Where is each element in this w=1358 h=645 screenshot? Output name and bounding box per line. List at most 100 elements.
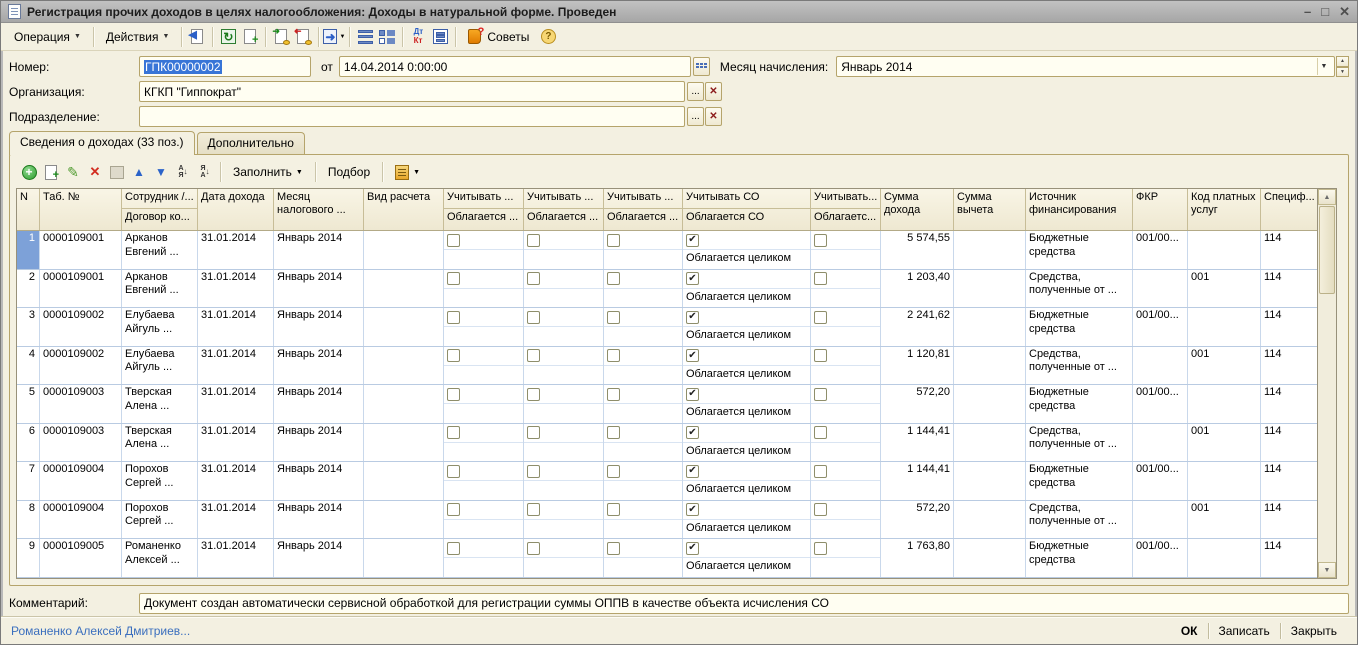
- checkbox-icon[interactable]: ✔: [686, 542, 699, 555]
- uchityvat-so-cell[interactable]: ✔Облагается целиком: [683, 347, 811, 385]
- add-row-button[interactable]: +: [18, 161, 40, 183]
- tab-number-cell[interactable]: 0000109003: [40, 385, 122, 423]
- department-clear-button[interactable]: ✕: [705, 107, 722, 126]
- uchityvat-2-cell[interactable]: [524, 385, 604, 423]
- checkbox-icon[interactable]: [814, 503, 827, 516]
- tips-button[interactable]: Советы: [460, 26, 537, 48]
- checkbox-icon[interactable]: [527, 311, 540, 324]
- income-date-cell[interactable]: 31.01.2014: [198, 385, 274, 423]
- structure-button[interactable]: [354, 26, 376, 48]
- uchityvat-1-cell[interactable]: [444, 424, 524, 462]
- uchityvat-2-cell[interactable]: [524, 347, 604, 385]
- move-up-button[interactable]: ▲: [128, 161, 150, 183]
- checkbox-icon[interactable]: [447, 311, 460, 324]
- uchityvat-1-cell[interactable]: [444, 539, 524, 577]
- sort-asc-button[interactable]: АЯ↓: [172, 161, 194, 183]
- calc-type-cell[interactable]: [364, 270, 444, 308]
- income-sum-cell[interactable]: 1 203,40: [881, 270, 954, 308]
- checkbox-icon[interactable]: [814, 234, 827, 247]
- funding-source-cell[interactable]: Бюджетные средства: [1026, 308, 1133, 346]
- employee-cell[interactable]: Тверская Алена ...: [122, 385, 198, 423]
- deduction-sum-cell[interactable]: [954, 308, 1026, 346]
- actions-menu-button[interactable]: Действия ▼: [98, 26, 178, 48]
- fkr-cell[interactable]: 001/00...: [1133, 385, 1188, 423]
- list-settings-button[interactable]: [376, 26, 398, 48]
- checkbox-icon[interactable]: [607, 349, 620, 362]
- author-link[interactable]: Романенко Алексей Дмитриев...: [11, 624, 190, 638]
- spec-cell[interactable]: 114: [1261, 347, 1317, 385]
- uchityvat-5-cell[interactable]: [811, 501, 881, 539]
- checkbox-icon[interactable]: ✔: [686, 465, 699, 478]
- paid-code-cell[interactable]: 001: [1188, 270, 1261, 308]
- minimize-icon[interactable]: –: [1304, 5, 1311, 18]
- fkr-cell[interactable]: [1133, 270, 1188, 308]
- deduction-sum-cell[interactable]: [954, 270, 1026, 308]
- uchityvat-so-cell[interactable]: ✔Облагается целиком: [683, 462, 811, 500]
- organization-input[interactable]: КГКП "Гиппократ": [139, 81, 685, 102]
- funding-source-cell[interactable]: Бюджетные средства: [1026, 385, 1133, 423]
- income-date-cell[interactable]: 31.01.2014: [198, 347, 274, 385]
- row-number-cell[interactable]: 9: [17, 539, 40, 577]
- scrollbar-track[interactable]: [1318, 295, 1336, 562]
- calc-type-cell[interactable]: [364, 424, 444, 462]
- reread-button[interactable]: ◀: [186, 26, 208, 48]
- fkr-cell[interactable]: 001/00...: [1133, 308, 1188, 346]
- checkbox-icon[interactable]: [527, 503, 540, 516]
- checkbox-icon[interactable]: [447, 388, 460, 401]
- uchityvat-5-cell[interactable]: [811, 462, 881, 500]
- list-print-button[interactable]: ▼: [387, 161, 428, 183]
- checkbox-icon[interactable]: [814, 311, 827, 324]
- scroll-down-icon[interactable]: ▼: [1318, 562, 1336, 578]
- spec-cell[interactable]: 114: [1261, 231, 1317, 269]
- tab-number-cell[interactable]: 0000109001: [40, 231, 122, 269]
- close-icon[interactable]: ✕: [1339, 5, 1350, 18]
- funding-source-cell[interactable]: Бюджетные средства: [1026, 539, 1133, 577]
- move-down-button[interactable]: ▼: [150, 161, 172, 183]
- funding-source-cell[interactable]: Средства, полученные от ...: [1026, 501, 1133, 539]
- checkbox-icon[interactable]: [527, 272, 540, 285]
- row-number-cell[interactable]: 3: [17, 308, 40, 346]
- income-date-cell[interactable]: 31.01.2014: [198, 231, 274, 269]
- scrollbar-thumb[interactable]: [1319, 206, 1335, 294]
- header-n[interactable]: N: [17, 189, 40, 230]
- uchityvat-1-cell[interactable]: [444, 385, 524, 423]
- uchityvat-5-cell[interactable]: [811, 347, 881, 385]
- paid-code-cell[interactable]: [1188, 231, 1261, 269]
- chevron-down-icon[interactable]: ▼: [1317, 58, 1330, 75]
- checkbox-icon[interactable]: [527, 388, 540, 401]
- table-row[interactable]: 60000109003Тверская Алена ...31.01.2014Я…: [17, 424, 1317, 463]
- tab-number-cell[interactable]: 0000109004: [40, 462, 122, 500]
- paid-code-cell[interactable]: 001: [1188, 501, 1261, 539]
- checkbox-icon[interactable]: [814, 542, 827, 555]
- row-number-cell[interactable]: 2: [17, 270, 40, 308]
- income-date-cell[interactable]: 31.01.2014: [198, 270, 274, 308]
- spec-cell[interactable]: 114: [1261, 385, 1317, 423]
- uchityvat-5-cell[interactable]: [811, 270, 881, 308]
- spec-cell[interactable]: 114: [1261, 539, 1317, 577]
- calc-type-cell[interactable]: [364, 462, 444, 500]
- uchityvat-3-cell[interactable]: [604, 308, 683, 346]
- checkbox-icon[interactable]: [447, 234, 460, 247]
- employee-cell[interactable]: Елубаева Айгуль ...: [122, 308, 198, 346]
- deduction-sum-cell[interactable]: [954, 231, 1026, 269]
- tab-number-cell[interactable]: 0000109005: [40, 539, 122, 577]
- header-spec[interactable]: Специф...: [1261, 189, 1317, 230]
- fkr-cell[interactable]: 001/00...: [1133, 462, 1188, 500]
- uchityvat-5-cell[interactable]: [811, 308, 881, 346]
- paid-code-cell[interactable]: 001: [1188, 347, 1261, 385]
- calc-type-cell[interactable]: [364, 231, 444, 269]
- checkbox-icon[interactable]: ✔: [686, 234, 699, 247]
- row-number-cell[interactable]: 4: [17, 347, 40, 385]
- checkbox-icon[interactable]: [607, 503, 620, 516]
- paid-code-cell[interactable]: [1188, 308, 1261, 346]
- uchityvat-2-cell[interactable]: [524, 424, 604, 462]
- tab-number-cell[interactable]: 0000109004: [40, 501, 122, 539]
- calc-type-cell[interactable]: [364, 347, 444, 385]
- number-input[interactable]: ГПК00000002: [139, 56, 311, 77]
- spec-cell[interactable]: 114: [1261, 462, 1317, 500]
- uchityvat-3-cell[interactable]: [604, 347, 683, 385]
- fkr-cell[interactable]: 001/00...: [1133, 539, 1188, 577]
- uchityvat-so-cell[interactable]: ✔Облагается целиком: [683, 501, 811, 539]
- income-sum-cell[interactable]: 1 144,41: [881, 424, 954, 462]
- checkbox-icon[interactable]: [527, 465, 540, 478]
